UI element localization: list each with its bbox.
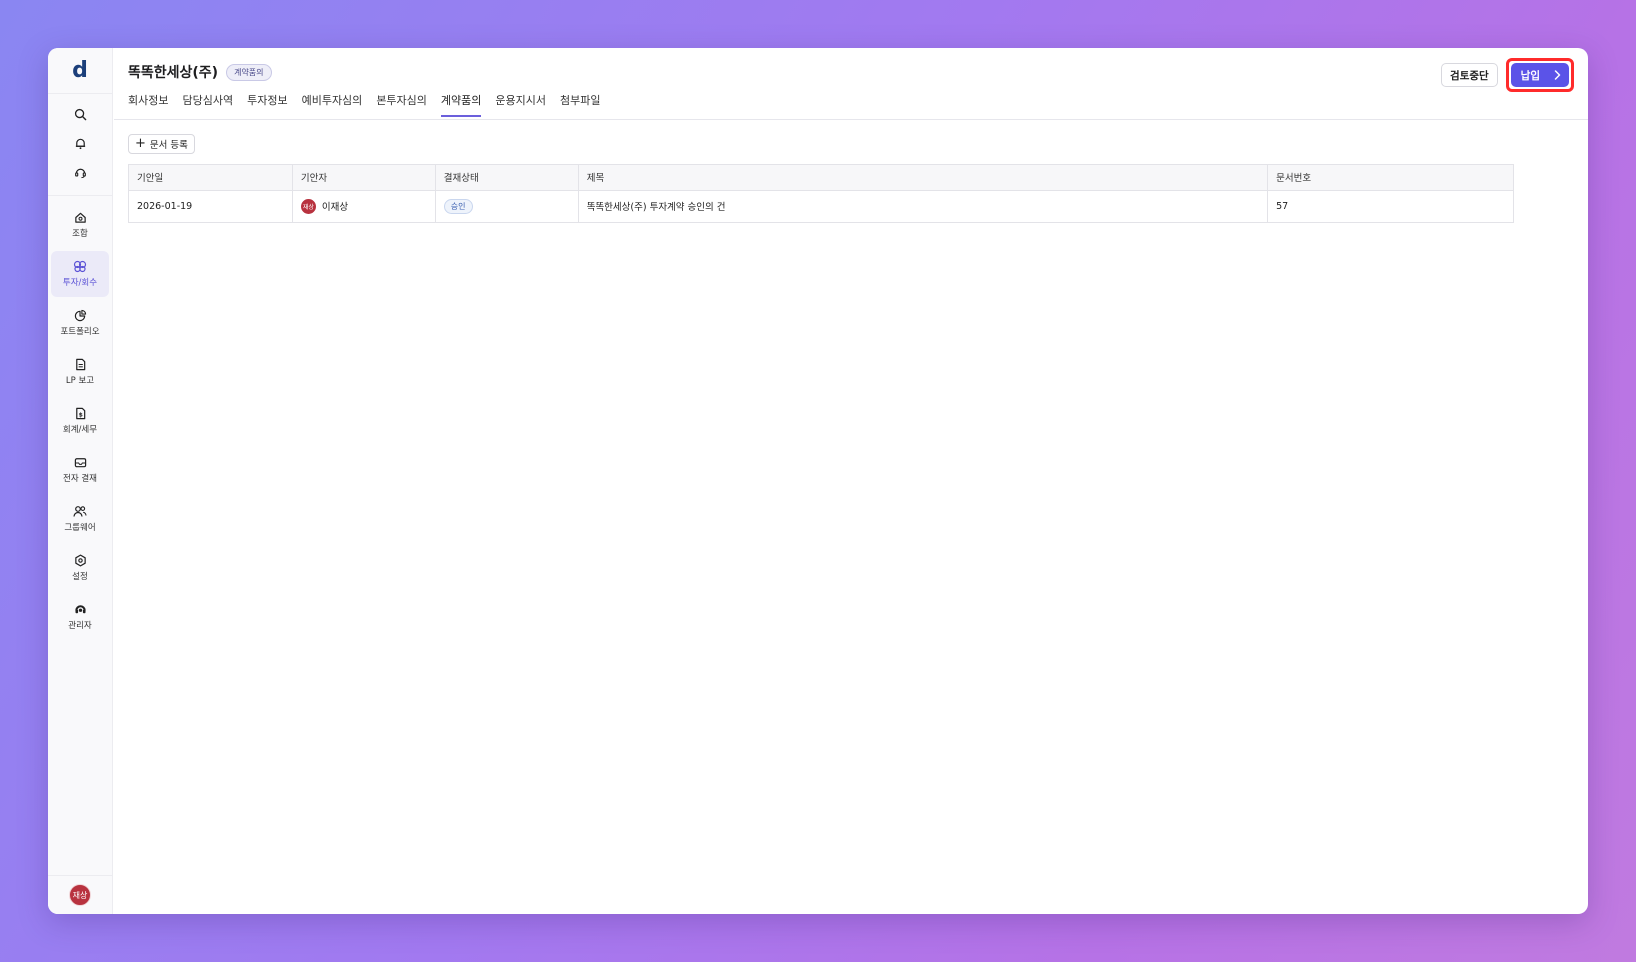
sidebar-item-label: 그룹웨어 [64, 523, 96, 533]
investment-icon [73, 260, 87, 273]
report-icon [74, 358, 87, 371]
fund-icon [74, 211, 87, 224]
sidebar: d 조합 투자/회수 포트폴리오 LP 보고 $ 회계/세무 전자 결재 그룹웨… [48, 48, 113, 914]
payment-button[interactable]: 납입 [1510, 63, 1569, 87]
sidebar-item-portfolio[interactable]: 포트폴리오 [51, 300, 109, 346]
user-avatar[interactable]: 재상 [69, 884, 91, 906]
add-document-button[interactable]: + 문서 등록 [128, 133, 195, 154]
cell-status: 승인 [434, 189, 579, 223]
sidebar-item-label: 포트폴리오 [60, 327, 100, 337]
title-row: 똑똑한세상(주) 계약품의 [128, 62, 272, 82]
support-button[interactable] [48, 158, 112, 187]
column-header-date[interactable]: 기안일 [128, 163, 293, 191]
tab-reviewer[interactable]: 담당심사역 [182, 92, 233, 117]
highlight-outline: 납입 [1505, 58, 1574, 92]
cell-date: 2026-01-19 [128, 189, 293, 223]
headset-icon [74, 166, 87, 179]
tab-contract-approval[interactable]: 계약품의 [440, 92, 482, 117]
sidebar-item-label: 관리자 [68, 621, 92, 631]
column-header-drafter[interactable]: 기안자 [291, 163, 436, 191]
sidebar-item-settings[interactable]: 설정 [51, 545, 109, 591]
plus-icon: + [135, 136, 146, 151]
sidebar-divider [48, 875, 112, 876]
tab-operation-order[interactable]: 운용지시서 [495, 92, 546, 117]
sidebar-item-lp-report[interactable]: LP 보고 [51, 349, 109, 395]
tab-bar: 회사정보 담당심사역 투자정보 예비투자심의 본투자심의 계약품의 운용지시서 … [128, 92, 601, 117]
app-window: d 조합 투자/회수 포트폴리오 LP 보고 $ 회계/세무 전자 결재 그룹웨… [48, 48, 1588, 914]
table-header-row: 기안일 기안자 결재상태 제목 문서번호 [128, 163, 1514, 191]
sidebar-item-groupware[interactable]: 그룹웨어 [51, 496, 109, 542]
sidebar-nav: 조합 투자/회수 포트폴리오 LP 보고 $ 회계/세무 전자 결재 그룹웨어 … [48, 196, 112, 640]
sidebar-item-e-approval[interactable]: 전자 결재 [51, 447, 109, 493]
admin-icon [74, 603, 87, 616]
page-header: 똑똑한세상(주) 계약품의 회사정보 담당심사역 투자정보 예비투자심의 본투자… [114, 48, 1588, 120]
column-header-doc-no[interactable]: 문서번호 [1267, 163, 1514, 191]
cell-doc-no: 57 [1267, 189, 1514, 223]
inbox-icon [74, 456, 87, 469]
content-area: + 문서 등록 기안일 기안자 결재상태 제목 문서번호 2026-01-19 … [114, 120, 1588, 235]
payment-button-label: 납입 [1520, 69, 1540, 82]
status-badge: 승인 [443, 198, 473, 214]
add-document-label: 문서 등록 [149, 139, 188, 151]
cell-drafter: 재상 이재상 [291, 189, 436, 223]
main-area: 똑똑한세상(주) 계약품의 회사정보 담당심사역 투자정보 예비투자심의 본투자… [114, 48, 1588, 914]
bell-icon [74, 137, 87, 150]
stop-review-button[interactable]: 검토중단 [1441, 63, 1498, 87]
document-table: 기안일 기안자 결재상태 제목 문서번호 2026-01-19 재상 이재상 승… [128, 163, 1514, 223]
sidebar-item-label: 투자/회수 [62, 278, 98, 288]
svg-text:$: $ [78, 412, 82, 419]
page-title: 똑똑한세상(주) [128, 65, 219, 81]
search-icon [74, 108, 87, 121]
sidebar-item-accounting[interactable]: $ 회계/세무 [51, 398, 109, 444]
tab-preliminary-review[interactable]: 예비투자심의 [302, 92, 363, 117]
tab-company-info[interactable]: 회사정보 [128, 92, 168, 117]
sidebar-item-admin[interactable]: 관리자 [51, 594, 109, 640]
pie-chart-icon [74, 309, 87, 322]
sidebar-tools [48, 94, 112, 196]
drafter-name: 이재상 [321, 202, 349, 213]
tab-main-review[interactable]: 본투자심의 [376, 92, 427, 117]
tab-investment-info[interactable]: 투자정보 [247, 92, 287, 117]
sidebar-item-label: 설정 [72, 572, 88, 582]
notifications-button[interactable] [48, 129, 112, 158]
chevron-right-icon [1554, 70, 1561, 80]
drafter-avatar: 재상 [300, 198, 316, 214]
cell-title[interactable]: 똑똑한세상(주) 투자계약 승인의 건 [577, 189, 1269, 223]
table-row[interactable]: 2026-01-19 재상 이재상 승인 똑똑한세상(주) 투자계약 승인의 건… [128, 189, 1514, 223]
app-logo[interactable]: d [48, 48, 112, 94]
column-header-title[interactable]: 제목 [577, 163, 1269, 191]
sidebar-item-investment[interactable]: 투자/회수 [51, 251, 109, 297]
sidebar-item-fund[interactable]: 조합 [51, 202, 109, 248]
tab-attachments[interactable]: 첨부파일 [560, 92, 600, 117]
sidebar-item-label: 전자 결재 [63, 474, 97, 484]
column-header-status[interactable]: 결재상태 [434, 163, 579, 191]
sidebar-item-label: 조합 [72, 229, 88, 239]
users-icon [73, 505, 87, 518]
stage-badge: 계약품의 [226, 63, 272, 81]
sidebar-item-label: LP 보고 [65, 376, 95, 386]
sidebar-item-label: 회계/세무 [62, 425, 98, 435]
search-button[interactable] [48, 100, 112, 129]
settings-icon [74, 554, 87, 567]
header-actions: 검토중단 납입 [1441, 58, 1574, 92]
accounting-icon: $ [74, 407, 87, 420]
